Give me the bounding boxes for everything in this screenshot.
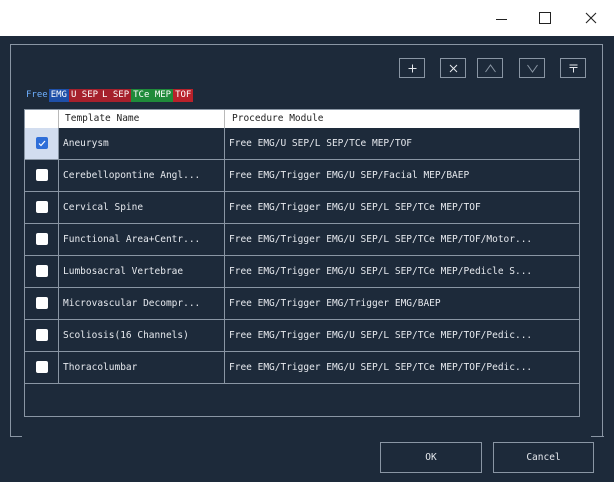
chevron-down-icon xyxy=(526,64,538,73)
row-select-cell xyxy=(25,128,59,159)
maximize-button[interactable] xyxy=(522,0,568,36)
cancel-button[interactable]: Cancel xyxy=(493,442,594,473)
template-name-cell: Functional Area+Centr... xyxy=(59,224,225,255)
frame-divider-right xyxy=(591,436,604,437)
row-select-cell xyxy=(25,224,59,255)
legend-tag: Free xyxy=(26,90,48,100)
move-top-icon xyxy=(569,64,577,72)
procedure-module-cell: Free EMG/Trigger EMG/U SEP/L SEP/TCe MEP… xyxy=(229,266,533,277)
legend-tag: U SEP xyxy=(68,89,101,102)
template-name-cell: Aneurysm xyxy=(59,128,225,159)
procedure-module-cell: Free EMG/Trigger EMG/U SEP/L SEP/TCe MEP… xyxy=(229,234,533,245)
ok-button[interactable]: OK xyxy=(380,442,482,473)
table-row[interactable]: Lumbosacral Vertebrae Free EMG/Trigger EM… xyxy=(25,256,579,288)
plus-icon xyxy=(408,64,416,72)
table-row[interactable]: Aneurysm Free EMG/U SEP/L SEP/TCe MEP/TOF xyxy=(25,128,579,160)
table-row[interactable]: Functional Area+Centr... Free EMG/Trigger… xyxy=(25,224,579,256)
chevron-up-icon xyxy=(484,63,496,72)
procedure-module-cell: Free EMG/Trigger EMG/U SEP/Facial MEP/BA… xyxy=(229,170,470,181)
row-select-cell xyxy=(25,352,59,383)
header-template-name[interactable]: Template Name xyxy=(59,110,225,128)
procedure-module-cell: Free EMG/Trigger EMG/Trigger EMG/BAEP xyxy=(229,298,441,309)
legend-tag: TOF xyxy=(173,89,194,102)
row-select-cell xyxy=(25,160,59,191)
legend-tag: L SEP xyxy=(100,89,132,102)
minimize-button[interactable] xyxy=(478,0,524,36)
header-select-column xyxy=(25,110,59,128)
move-down-button[interactable] xyxy=(519,58,545,78)
frame-divider-left xyxy=(10,436,22,437)
table-row[interactable]: Thoracolumbar Free EMG/Trigger EMG/U SEP/… xyxy=(25,352,579,384)
procedure-module-cell: Free EMG/U SEP/L SEP/TCe MEP/TOF xyxy=(229,138,413,149)
move-up-button[interactable] xyxy=(477,58,503,78)
row-checkbox[interactable] xyxy=(36,137,48,149)
row-checkbox[interactable] xyxy=(36,201,48,213)
legend-tag: EMG xyxy=(48,89,69,102)
row-checkbox[interactable] xyxy=(36,297,48,309)
header-procedure-module[interactable]: Procedure Module xyxy=(225,110,579,128)
legend-tag: TCe MEP xyxy=(131,89,174,102)
template-name-cell: Lumbosacral Vertebrae xyxy=(59,256,225,287)
template-name-cell: Thoracolumbar xyxy=(59,352,225,383)
table-row[interactable]: Cervical Spine Free EMG/Trigger EMG/U SEP… xyxy=(25,192,579,224)
template-name-cell: Cerebellopontine Angl... xyxy=(59,160,225,191)
template-name-cell: Scoliosis(16 Channels) xyxy=(59,320,225,351)
dialog-body: Free EMG U SEP L SEP TCe MEP TOF Template Nam… xyxy=(0,36,614,482)
minimize-icon xyxy=(495,18,507,20)
row-checkbox[interactable] xyxy=(36,233,48,245)
row-select-cell xyxy=(25,256,59,287)
delete-template-button[interactable] xyxy=(440,58,466,78)
table-row[interactable]: Scoliosis(16 Channels) Free EMG/Trigger E… xyxy=(25,320,579,352)
procedure-module-cell: Free EMG/Trigger EMG/U SEP/L SEP/TCe MEP… xyxy=(229,330,533,341)
table-row[interactable]: Microvascular Decompr... Free EMG/Trigger… xyxy=(25,288,579,320)
row-checkbox[interactable] xyxy=(36,169,48,181)
row-checkbox[interactable] xyxy=(36,361,48,373)
close-icon xyxy=(585,12,597,24)
row-select-cell xyxy=(25,192,59,223)
maximize-icon xyxy=(539,12,551,24)
module-legend: Free EMG U SEP L SEP TCe MEP TOF xyxy=(25,89,194,102)
procedure-module-cell: Free EMG/Trigger EMG/U SEP/L SEP/TCe MEP… xyxy=(229,202,481,213)
table-row[interactable]: Cerebellopontine Angl... Free EMG/Trigger… xyxy=(25,160,579,192)
title-bar xyxy=(0,0,614,36)
row-checkbox[interactable] xyxy=(36,265,48,277)
table-header: Template Name Procedure Module xyxy=(25,110,579,128)
template-name-cell: Cervical Spine xyxy=(59,192,225,223)
close-button[interactable] xyxy=(568,0,614,36)
checkmark-icon xyxy=(38,140,46,146)
row-select-cell xyxy=(25,320,59,351)
row-select-cell xyxy=(25,288,59,319)
x-icon xyxy=(449,64,457,72)
procedure-module-cell: Free EMG/Trigger EMG/U SEP/L SEP/TCe MEP… xyxy=(229,362,533,373)
move-to-top-button[interactable] xyxy=(560,58,586,78)
template-table: Template Name Procedure Module Aneurysm F… xyxy=(24,109,580,417)
row-checkbox[interactable] xyxy=(36,329,48,341)
add-template-button[interactable] xyxy=(399,58,425,78)
template-name-cell: Microvascular Decompr... xyxy=(59,288,225,319)
